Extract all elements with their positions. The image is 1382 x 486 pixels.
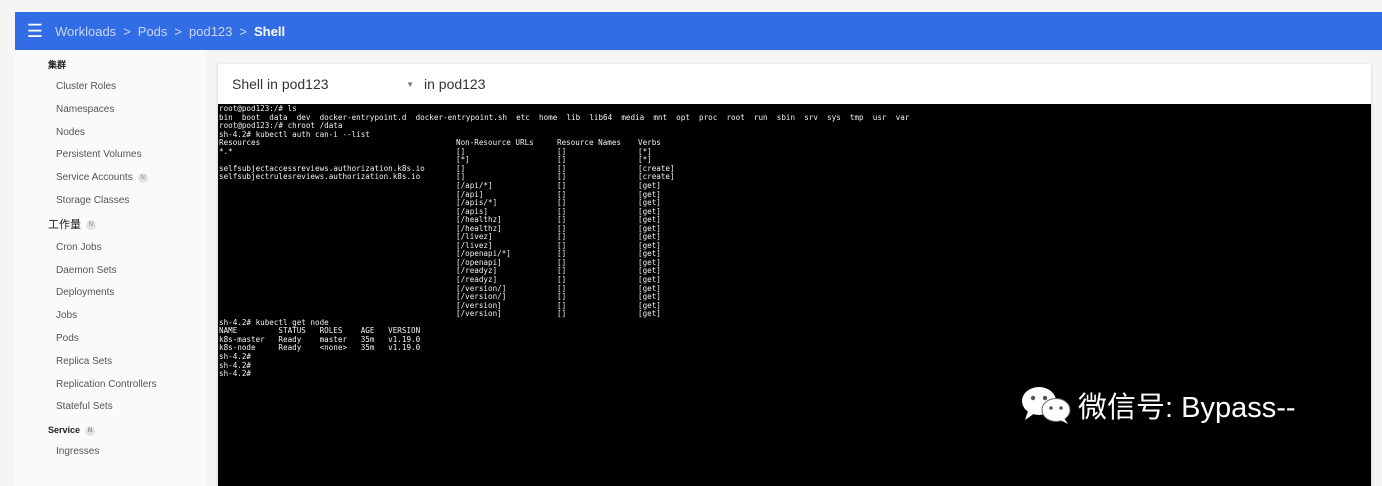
sidebar-item-storage-classes[interactable]: Storage Classes [15, 190, 205, 213]
shell-title-prefix: Shell in [232, 76, 278, 92]
breadcrumb-pods[interactable]: Pods [138, 24, 168, 39]
terminal-cell: selfsubjectrulesreviews.authorization.k8… [219, 172, 421, 182]
top-bar: ☰ Workloads > Pods > pod123 > Shell [15, 12, 1382, 50]
sidebar-item-cluster-roles[interactable]: Cluster Roles [15, 76, 205, 99]
sidebar-item-label: Service Accounts [56, 172, 133, 184]
sidebar-item-pods[interactable]: Pods [15, 328, 205, 351]
watermark: 微信号: Bypass-- [1020, 384, 1296, 426]
terminal-cell: [get] [638, 309, 661, 319]
sidebar-item-nodes[interactable]: Nodes [15, 122, 205, 145]
breadcrumb-separator: > [174, 23, 183, 39]
sidebar-item-replication-controllers[interactable]: Replication Controllers [15, 374, 205, 397]
terminal-cell: Non-Resource URLs [456, 138, 534, 148]
sidebar-item-cron-jobs[interactable]: Cron Jobs [15, 237, 205, 260]
watermark-text: 微信号: Bypass-- [1078, 392, 1296, 424]
sidebar-item-persistent-volumes[interactable]: Persistent Volumes [15, 144, 205, 167]
sidebar-item-service-accounts[interactable]: Service Accounts N [15, 167, 205, 190]
dropdown-caret-icon: ▼ [406, 79, 414, 89]
pod-select[interactable]: Shell in pod123 ▼ [232, 76, 420, 92]
sidebar-item-stateful-sets[interactable]: Stateful Sets [15, 396, 205, 419]
sidebar-category-service[interactable]: Service N [15, 419, 205, 441]
namespaced-badge: N [137, 172, 148, 183]
terminal-cell: [/version] [456, 309, 502, 319]
terminal-cell: Resource Names [557, 138, 622, 148]
sidebar: 集群 Cluster Roles Namespaces Nodes Persis… [15, 50, 205, 486]
menu-icon[interactable]: ☰ [15, 21, 55, 42]
pod-select-value: Shell in pod123 [232, 76, 329, 92]
sidebar-item-deployments[interactable]: Deployments [15, 282, 205, 305]
breadcrumb: Workloads > Pods > pod123 > Shell [55, 24, 285, 39]
breadcrumb-pod123[interactable]: pod123 [189, 24, 232, 39]
breadcrumb-workloads[interactable]: Workloads [55, 24, 116, 39]
sidebar-category-workloads[interactable]: 工作量 N [15, 213, 205, 237]
sidebar-item-namespaces[interactable]: Namespaces [15, 99, 205, 122]
shell-panel-header: Shell in pod123 ▼ in pod123 [218, 64, 1371, 104]
breadcrumb-shell: Shell [254, 23, 286, 39]
terminal-cell: [] [557, 309, 567, 319]
sidebar-item-daemon-sets[interactable]: Daemon Sets [15, 260, 205, 283]
terminal[interactable]: root@pod123:/# ls bin boot data dev docke… [218, 104, 1371, 486]
sidebar-item-replica-sets[interactable]: Replica Sets [15, 351, 205, 374]
container-label: in pod123 [424, 76, 486, 92]
namespaced-badge: N [85, 425, 96, 436]
namespaced-badge: N [86, 219, 96, 230]
breadcrumb-separator: > [123, 23, 131, 39]
breadcrumb-separator: > [239, 23, 247, 39]
terminal-cell: *.* [219, 146, 233, 156]
sidebar-category-label: Service [48, 425, 81, 436]
sidebar-category-cluster: 集群 [48, 60, 67, 70]
terminal-line: sh-4.2# [219, 369, 252, 379]
wechat-icon [1022, 387, 1071, 424]
sidebar-item-jobs[interactable]: Jobs [15, 305, 205, 328]
sidebar-category-label: 工作量 [48, 218, 81, 231]
pod-name: pod123 [281, 76, 329, 92]
sidebar-item-ingresses[interactable]: Ingresses [15, 441, 205, 464]
